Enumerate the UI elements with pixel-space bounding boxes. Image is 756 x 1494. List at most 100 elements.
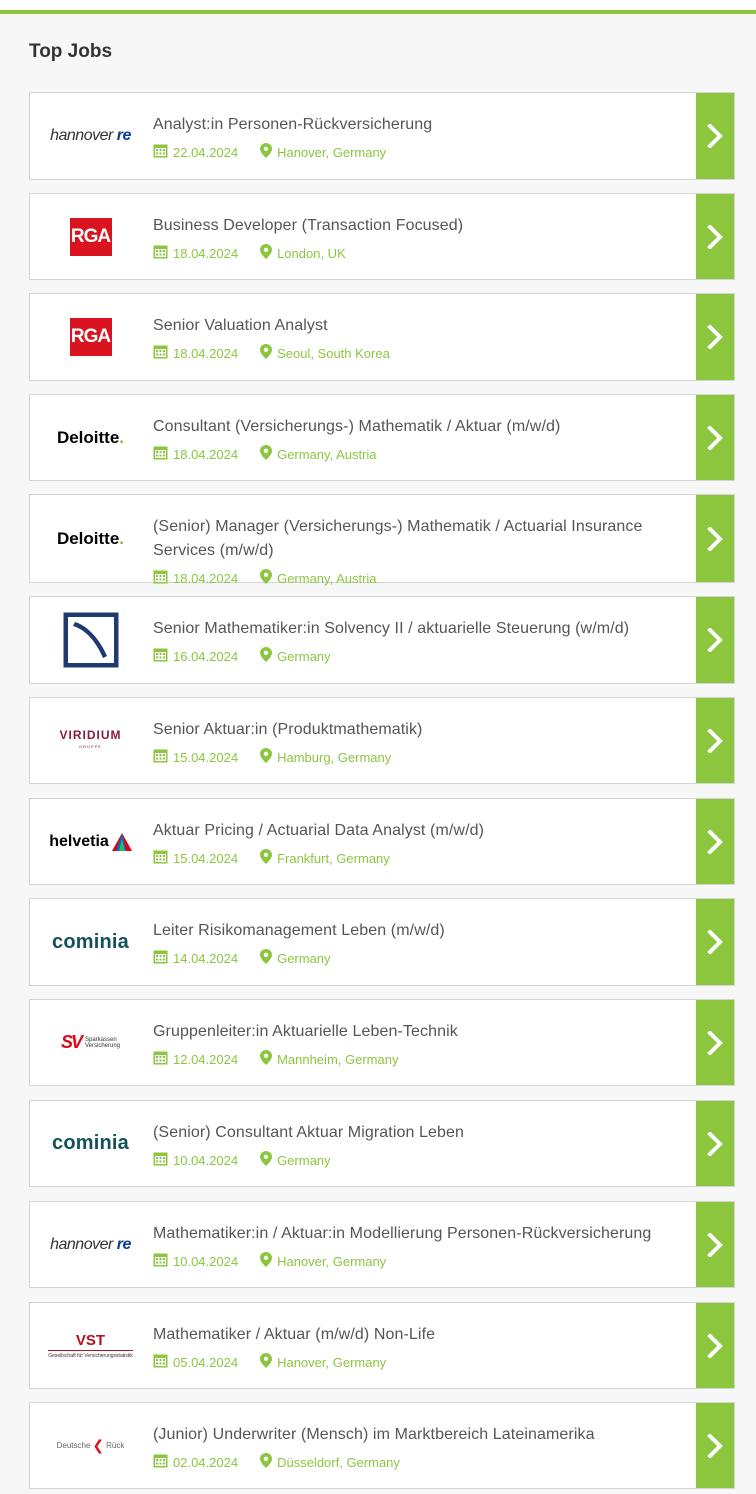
job-title[interactable]: (Senior) Consultant Aktuar Migration Leb… [153, 1121, 690, 1145]
rga-logo: RGA [69, 318, 112, 356]
job-date: 14.04.2024 [173, 950, 239, 966]
open-job-button[interactable] [696, 698, 734, 783]
calendar-icon [153, 445, 168, 463]
job-title[interactable]: (Senior) Manager (Versicherungs-) Mathem… [153, 515, 690, 563]
job-title[interactable]: Senior Valuation Analyst [153, 314, 690, 338]
map-pin-icon [260, 849, 273, 867]
job-info: Senior Valuation Analyst 18.04.2024 Seoul,… [151, 294, 696, 380]
company-logo[interactable]: Deloitte. [30, 395, 151, 480]
job-title[interactable]: Senior Aktuar:in (Produktmathematik) [153, 718, 690, 742]
open-job-button[interactable] [696, 395, 734, 480]
job-card[interactable]: RGA Senior Valuation Analyst 18.04.2024 Se… [29, 293, 735, 381]
map-pin-icon [260, 1151, 273, 1169]
job-card[interactable]: helvetia Aktuar Pricing / Actuarial Data… [29, 798, 735, 885]
open-job-button[interactable] [696, 93, 734, 179]
calendar-icon [153, 569, 168, 587]
map-pin-icon [260, 445, 273, 463]
chevron-right-icon [707, 628, 723, 652]
job-date: 22.04.2024 [173, 144, 239, 160]
hannover-re-logo: hannover re [50, 1235, 131, 1253]
open-job-button[interactable] [696, 597, 734, 683]
job-location: Germany [277, 1152, 331, 1168]
job-card[interactable]: cominia (Senior) Consultant Aktuar Migra… [29, 1100, 735, 1187]
job-date: 10.04.2024 [173, 1253, 239, 1269]
company-logo[interactable]: VST Gesellschaft für Versicherungsstatist… [30, 1303, 151, 1388]
job-meta: 15.04.2024 Hamburg, Germany [153, 748, 690, 766]
calendar-icon [153, 1050, 168, 1068]
calendar-icon [153, 1353, 168, 1371]
open-job-button[interactable] [696, 294, 734, 380]
hannover-re-logo: hannover re [50, 127, 131, 144]
open-job-button[interactable] [696, 495, 734, 582]
company-logo[interactable]: hannover re [30, 1202, 151, 1287]
job-card[interactable]: S V Sparkassen Versicherung Gruppenleiter:i… [29, 999, 735, 1086]
job-card[interactable]: VST Gesellschaft für Versicherungsstatist… [29, 1302, 735, 1389]
chevron-right-icon [707, 325, 723, 349]
company-logo[interactable]: cominia [30, 899, 151, 985]
job-title[interactable]: Analyst:in Personen-Rückversicherung [153, 113, 690, 137]
company-logo[interactable]: S V Sparkassen Versicherung [30, 1000, 151, 1085]
map-pin-icon [260, 647, 273, 665]
job-title[interactable]: Leiter Risikomanagement Leben (m/w/d) [153, 919, 690, 943]
job-card[interactable]: VIRIDIUM GRUPPE Senior Aktuar:in (Produkt… [29, 697, 735, 784]
open-job-button[interactable] [696, 799, 734, 884]
job-card[interactable]: hannover re Mathematiker:in / Aktuar:in … [29, 1201, 735, 1288]
job-meta: 22.04.2024 Hanover, Germany [153, 143, 690, 161]
map-pin-icon [260, 1453, 273, 1471]
job-card[interactable]: Deutsche ❮ Rück (Junior) Underwriter (Mens… [29, 1402, 735, 1489]
job-location-group: Mannheim, Germany [260, 1050, 398, 1068]
job-date: 10.04.2024 [173, 1152, 239, 1168]
map-pin-icon [260, 143, 273, 161]
company-logo[interactable]: RGA [30, 294, 151, 380]
job-card[interactable]: RGA Business Developer (Transaction Focu… [29, 193, 735, 280]
job-card[interactable]: cominia Leiter Risikomanagement Leben (m… [29, 898, 735, 986]
job-date: 18.04.2024 [173, 345, 239, 361]
job-title[interactable]: Mathematiker / Aktuar (m/w/d) Non-Life [153, 1323, 690, 1347]
company-logo[interactable]: helvetia [30, 799, 151, 884]
job-card[interactable]: Deloitte. (Senior) Manager (Versicherung… [29, 494, 735, 586]
calendar-icon [153, 1252, 168, 1270]
job-card[interactable]: Deloitte. Consultant (Versicherungs-) Ma… [29, 394, 735, 481]
open-job-button[interactable] [696, 1000, 734, 1085]
job-card[interactable]: hannover re Analyst:in Personen-Rückvers… [29, 92, 735, 180]
job-title[interactable]: Senior Mathematiker:in Solvency II / akt… [153, 617, 690, 641]
cominia-logo: cominia [52, 930, 129, 953]
company-logo[interactable]: hannover re [30, 93, 151, 179]
job-meta: 14.04.2024 Germany [153, 949, 690, 967]
job-title[interactable]: (Junior) Underwriter (Mensch) im Marktbe… [153, 1423, 690, 1447]
job-meta: 10.04.2024 Hanover, Germany [153, 1252, 690, 1270]
job-title[interactable]: Mathematiker:in / Aktuar:in Modellierung… [153, 1222, 690, 1246]
open-job-button[interactable] [696, 1101, 734, 1186]
job-location: Frankfurt, Germany [277, 850, 390, 866]
job-location-group: Seoul, South Korea [260, 344, 390, 362]
company-logo[interactable]: Deutsche ❮ Rück [30, 1403, 151, 1488]
job-meta: 05.04.2024 Hanover, Germany [153, 1353, 690, 1371]
job-info: Leiter Risikomanagement Leben (m/w/d) 14.… [151, 899, 696, 985]
job-title[interactable]: Aktuar Pricing / Actuarial Data Analyst … [153, 819, 690, 843]
job-card[interactable]: Senior Mathematiker:in Solvency II / akt… [29, 596, 735, 684]
map-pin-icon [260, 1050, 273, 1068]
company-logo[interactable]: RGA [30, 194, 151, 279]
open-job-button[interactable] [696, 1303, 734, 1388]
job-location-group: Germany [260, 949, 331, 967]
open-job-button[interactable] [696, 194, 734, 279]
job-title[interactable]: Business Developer (Transaction Focused) [153, 214, 690, 238]
job-date: 15.04.2024 [173, 850, 239, 866]
job-info: Senior Aktuar:in (Produktmathematik) 15.0… [151, 698, 696, 783]
job-info: Consultant (Versicherungs-) Mathematik /… [151, 395, 696, 480]
open-job-button[interactable] [696, 899, 734, 985]
company-logo[interactable]: VIRIDIUM GRUPPE [30, 698, 151, 783]
job-info: Business Developer (Transaction Focused)… [151, 194, 696, 279]
job-location: Hamburg, Germany [277, 749, 392, 765]
job-info: Analyst:in Personen-Rückversicherung 22.0… [151, 93, 696, 179]
open-job-button[interactable] [696, 1202, 734, 1287]
company-logo[interactable]: cominia [30, 1101, 151, 1186]
job-date: 18.04.2024 [173, 245, 239, 261]
job-title[interactable]: Gruppenleiter:in Aktuarielle Leben-Techn… [153, 1020, 690, 1044]
job-title[interactable]: Consultant (Versicherungs-) Mathematik /… [153, 415, 690, 439]
job-date: 18.04.2024 [173, 446, 239, 462]
company-logo[interactable]: Deloitte. [30, 495, 151, 582]
company-logo[interactable] [30, 597, 151, 683]
open-job-button[interactable] [696, 1403, 734, 1488]
job-date: 02.04.2024 [173, 1454, 239, 1470]
